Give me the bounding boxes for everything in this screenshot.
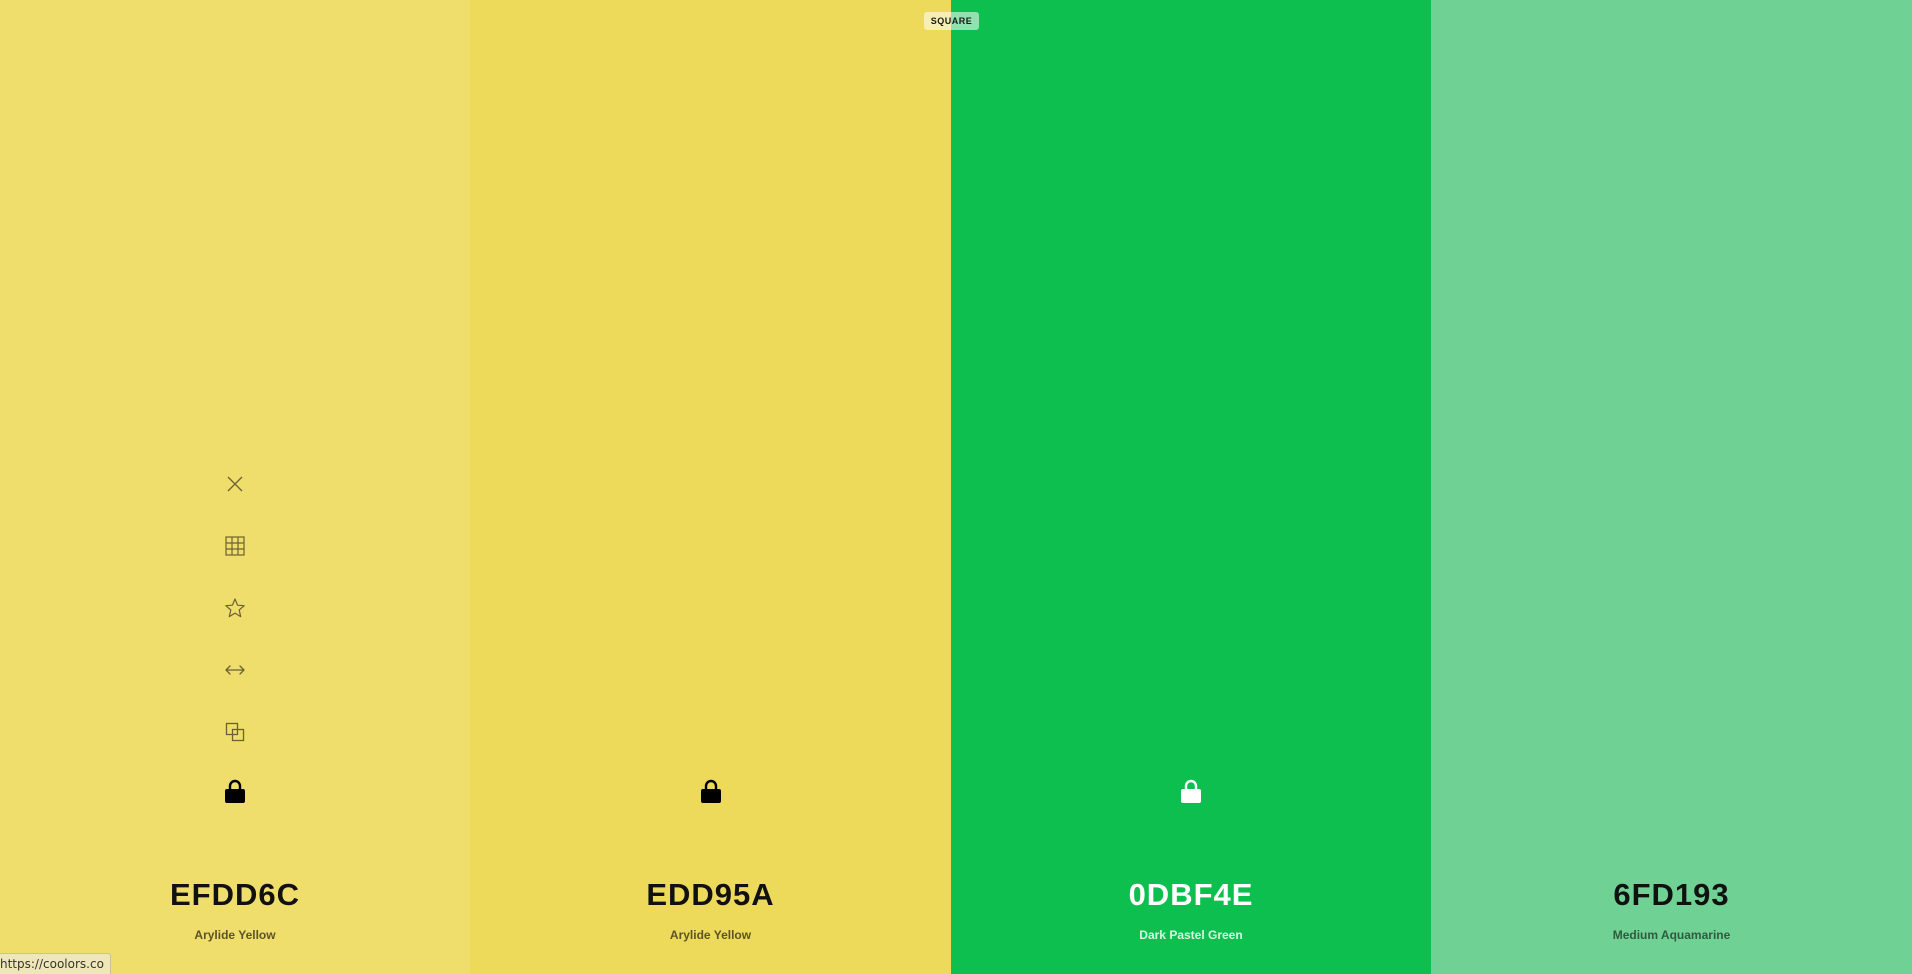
copy-hex-button[interactable] [215,712,255,752]
lock-icon [1181,779,1201,803]
swatch-toolbar [0,464,470,774]
color-name[interactable]: Arylide Yellow [470,928,951,942]
color-name[interactable]: Medium Aquamarine [1431,928,1912,942]
swatch-2[interactable]: EDD95A Arylide Yellow [470,0,951,974]
swatch-3[interactable]: 0DBF4E Dark Pastel Green [951,0,1431,974]
grid-icon [225,536,245,556]
palette: EFDD6C Arylide Yellow EDD95A Arylide Yel… [0,0,1912,974]
close-icon [227,476,243,492]
lock-area [951,771,1431,811]
color-name[interactable]: Arylide Yellow [0,928,470,942]
copy-icon [225,722,245,742]
swatch-1[interactable]: EFDD6C Arylide Yellow [0,0,470,974]
drag-button[interactable] [215,650,255,690]
hex-code[interactable]: EDD95A [470,877,951,913]
lock-area [0,771,470,811]
lock-button[interactable] [691,771,731,811]
color-name[interactable]: Dark Pastel Green [951,928,1431,942]
drag-arrows-icon [225,665,245,675]
lock-icon [700,779,721,803]
swatch-4[interactable]: 6FD193 Medium Aquamarine [1431,0,1912,974]
lock-icon [225,779,245,803]
lock-button[interactable] [1171,771,1211,811]
mode-badge[interactable]: SQUARE [924,12,979,30]
lock-area [470,771,951,811]
hex-code[interactable]: 0DBF4E [951,877,1431,913]
save-color-button[interactable] [215,588,255,628]
lock-button[interactable] [215,771,255,811]
star-icon [225,598,245,618]
view-shades-button[interactable] [215,526,255,566]
remove-color-button[interactable] [215,464,255,504]
hex-code[interactable]: 6FD193 [1431,877,1912,913]
hex-code[interactable]: EFDD6C [0,877,470,913]
status-bar-url: https://coolors.co [0,953,111,974]
